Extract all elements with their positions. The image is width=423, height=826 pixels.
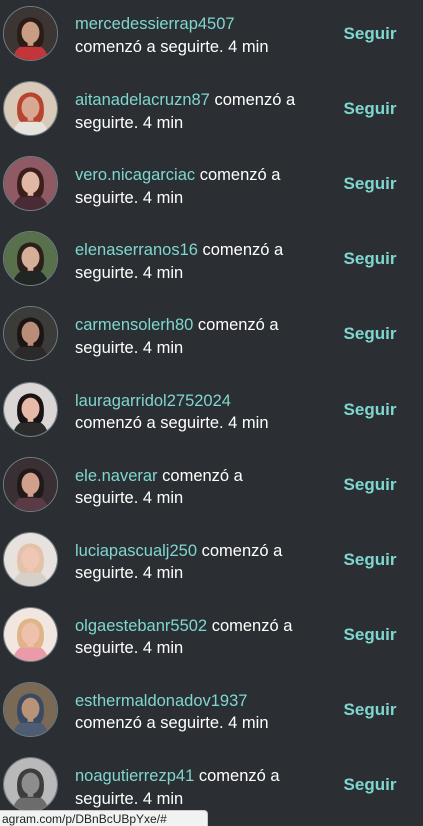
username-link[interactable]: elenaserranos16 <box>75 241 198 259</box>
notification-list: mercedessierrap4507 comenzó a seguirte. 4… <box>0 0 423 826</box>
username-link[interactable]: vero.nicagarciac <box>75 166 195 184</box>
notification-message: comenzó a seguirte. 4 min <box>75 414 269 432</box>
notification-message: comenzó a seguirte. 4 min <box>75 37 269 56</box>
avatar-image <box>4 232 57 286</box>
notification-message: comenzó a seguirte. 4 min <box>75 714 269 733</box>
avatar-image <box>4 457 57 511</box>
username-link[interactable]: luciapascualj250 <box>75 542 197 560</box>
follow-button[interactable]: Seguir <box>336 773 404 797</box>
notification-text: ele.naverar comenzó a seguirte. 4 min <box>75 465 310 510</box>
notification-row: lauragarridol2752024 comenzó a seguirte. … <box>0 379 423 454</box>
link-preview-statusbar: agram.com/p/DBnBcUBpYxe/# <box>0 810 208 826</box>
follow-button[interactable]: Seguir <box>336 22 404 46</box>
follow-button[interactable]: Seguir <box>336 548 404 572</box>
notification-row: aitanadelacruzn87 comenzó a seguirte. 4 … <box>0 78 423 153</box>
notification-text: aitanadelacruzn87 comenzó a seguirte. 4 … <box>75 89 310 134</box>
avatar-image <box>4 758 57 811</box>
username-link[interactable]: lauragarridol2752024 <box>75 390 310 413</box>
avatar[interactable] <box>3 231 58 287</box>
notification-text: vero.nicagarciac comenzó a seguirte. 4 m… <box>75 164 310 209</box>
notification-text: noagutierrezp41 comenzó a seguirte. 4 mi… <box>75 765 310 810</box>
avatar[interactable] <box>3 681 58 737</box>
avatar-image <box>4 607 57 661</box>
notification-row: ele.naverar comenzó a seguirte. 4 min Seg… <box>0 454 423 529</box>
notification-row: elenaserranos16 comenzó a seguirte. 4 mi… <box>0 228 423 303</box>
username-link[interactable]: olgaestebanr5502 <box>75 617 207 635</box>
avatar[interactable] <box>3 81 58 137</box>
username-link[interactable]: mercedessierrap4507 <box>75 13 310 36</box>
avatar[interactable] <box>3 456 58 512</box>
avatar[interactable] <box>3 531 58 587</box>
notification-text: mercedessierrap4507 comenzó a seguirte. 4… <box>75 13 310 58</box>
notification-text: esthermaldonadov1937 comenzó a seguirte. … <box>75 690 310 735</box>
username-link[interactable]: carmensolerh80 <box>75 316 193 334</box>
notification-text: luciapascualj250 comenzó a seguirte. 4 m… <box>75 540 310 585</box>
follow-button[interactable]: Seguir <box>336 473 404 497</box>
notification-row: carmensolerh80 comenzó a seguirte. 4 min… <box>0 303 423 378</box>
avatar-image <box>4 307 57 361</box>
avatar[interactable] <box>3 6 58 61</box>
follow-button[interactable]: Seguir <box>336 97 404 121</box>
follow-button[interactable]: Seguir <box>336 698 404 722</box>
notification-row: luciapascualj250 comenzó a seguirte. 4 m… <box>0 529 423 604</box>
notification-text: elenaserranos16 comenzó a seguirte. 4 mi… <box>75 239 310 284</box>
avatar-image <box>4 157 57 211</box>
avatar[interactable] <box>3 606 58 662</box>
avatar-image <box>4 382 57 436</box>
avatar[interactable] <box>3 757 58 812</box>
follow-button[interactable]: Seguir <box>336 398 404 422</box>
avatar[interactable] <box>3 306 58 362</box>
notification-text: carmensolerh80 comenzó a seguirte. 4 min <box>75 314 310 359</box>
notification-text: lauragarridol2752024 comenzó a seguirte. … <box>75 390 310 435</box>
username-link[interactable]: esthermaldonadov1937 <box>75 690 310 713</box>
avatar-image <box>4 532 57 586</box>
follow-button[interactable]: Seguir <box>336 322 404 346</box>
username-link[interactable]: aitanadelacruzn87 <box>75 91 210 109</box>
notification-row: olgaestebanr5502 comenzó a seguirte. 4 m… <box>0 604 423 679</box>
follow-button[interactable]: Seguir <box>336 247 404 271</box>
notification-row: mercedessierrap4507 comenzó a seguirte. 4… <box>0 3 423 78</box>
avatar-image <box>4 7 57 60</box>
username-link[interactable]: noagutierrezp41 <box>75 767 194 785</box>
notification-row: esthermaldonadov1937 comenzó a seguirte. … <box>0 679 423 754</box>
notification-text: olgaestebanr5502 comenzó a seguirte. 4 m… <box>75 615 310 660</box>
avatar-image <box>4 82 57 136</box>
avatar[interactable] <box>3 156 58 212</box>
notification-row: vero.nicagarciac comenzó a seguirte. 4 m… <box>0 153 423 228</box>
username-link[interactable]: ele.naverar <box>75 467 158 485</box>
follow-button[interactable]: Seguir <box>336 623 404 647</box>
avatar-image <box>4 682 57 736</box>
avatar[interactable] <box>3 381 58 437</box>
follow-button[interactable]: Seguir <box>336 172 404 196</box>
